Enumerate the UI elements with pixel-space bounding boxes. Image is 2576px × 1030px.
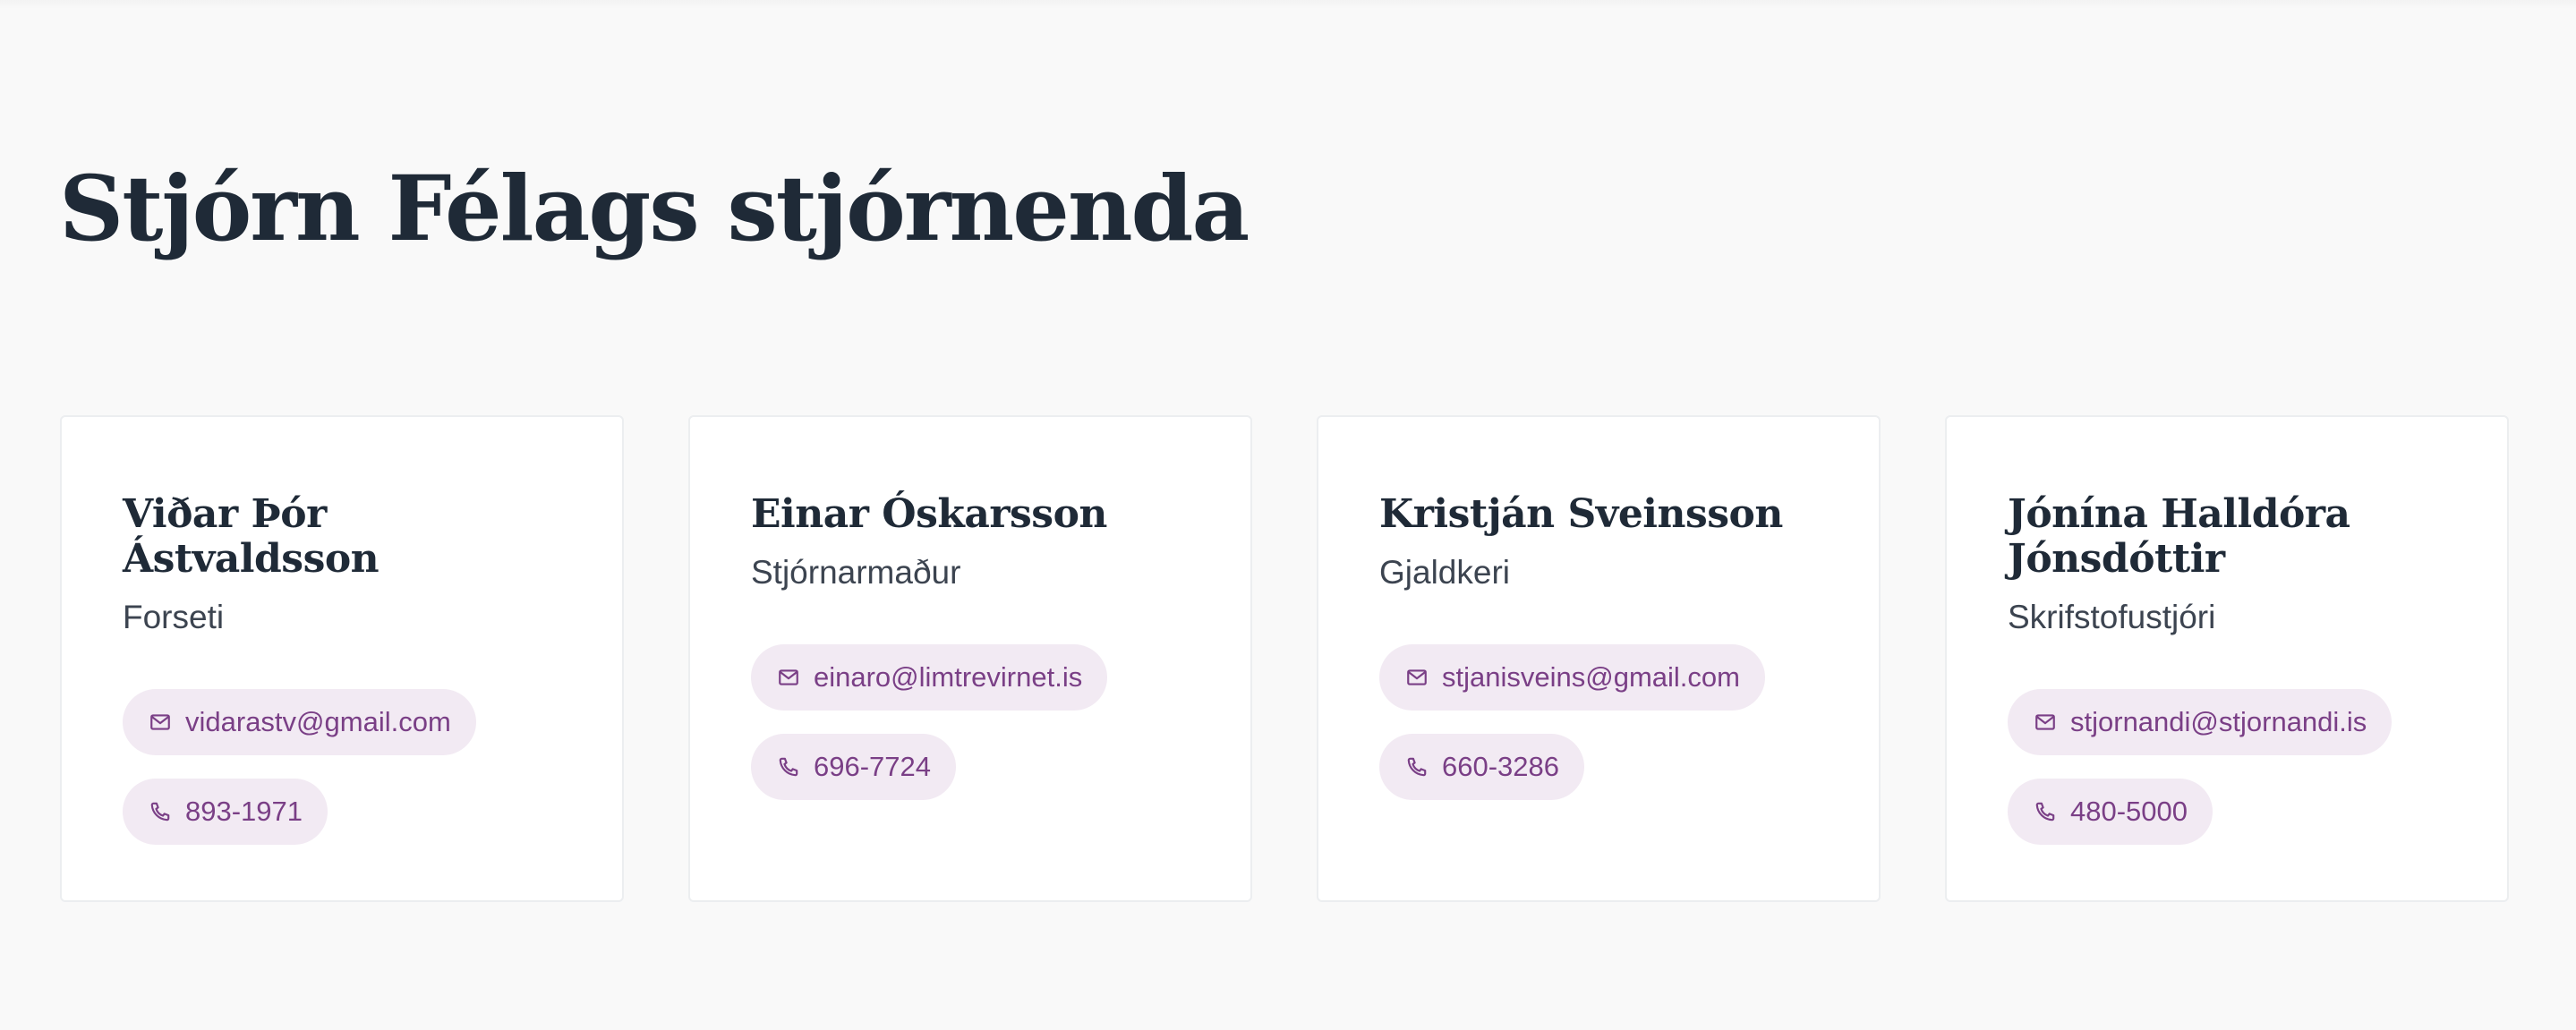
phone-icon bbox=[2033, 799, 2058, 824]
board-member-card: Einar Óskarsson Stjórnarmaður einaro@lim… bbox=[688, 415, 1252, 902]
member-name: Viðar Þór Ástvaldsson bbox=[123, 491, 380, 582]
phone-icon bbox=[148, 799, 173, 824]
phone-text: 660-3286 bbox=[1442, 751, 1560, 782]
phone-text: 893-1971 bbox=[185, 796, 303, 827]
member-role: Skrifstofustjóri bbox=[2008, 599, 2216, 635]
phone-link[interactable]: 893-1971 bbox=[123, 779, 328, 845]
phone-text: 696-7724 bbox=[814, 751, 932, 782]
phone-link[interactable]: 480-5000 bbox=[2008, 779, 2213, 845]
mail-icon bbox=[1404, 665, 1429, 690]
email-link[interactable]: einaro@limtrevirnet.is bbox=[751, 644, 1108, 711]
phone-link[interactable]: 696-7724 bbox=[751, 734, 957, 800]
email-text: stjanisveins@gmail.com bbox=[1442, 661, 1740, 693]
email-link[interactable]: stjornandi@stjornandi.is bbox=[2008, 689, 2393, 755]
member-name: Einar Óskarsson bbox=[751, 491, 1107, 537]
board-member-card: Kristján Sveinsson Gjaldkeri stjanisvein… bbox=[1317, 415, 1881, 902]
mail-icon bbox=[776, 665, 801, 690]
mail-icon bbox=[148, 710, 173, 735]
phone-icon bbox=[776, 754, 801, 779]
mail-icon bbox=[2033, 710, 2058, 735]
board-members-list: Viðar Þór Ástvaldsson Forseti vidarastv@… bbox=[60, 415, 2509, 902]
member-role: Stjórnarmaður bbox=[751, 554, 961, 591]
email-link[interactable]: stjanisveins@gmail.com bbox=[1379, 644, 1765, 711]
email-text: stjornandi@stjornandi.is bbox=[2070, 706, 2367, 737]
phone-link[interactable]: 660-3286 bbox=[1379, 734, 1585, 800]
top-divider bbox=[0, 0, 2576, 9]
phone-icon bbox=[1404, 754, 1429, 779]
email-text: einaro@limtrevirnet.is bbox=[814, 661, 1083, 693]
email-link[interactable]: vidarastv@gmail.com bbox=[123, 689, 476, 755]
board-member-card: Viðar Þór Ástvaldsson Forseti vidarastv@… bbox=[60, 415, 624, 902]
page-title: Stjórn Félags stjórnenda bbox=[59, 156, 1250, 261]
member-role: Forseti bbox=[123, 599, 225, 635]
board-member-card: Jónína Halldóra Jónsdóttir Skrifstofustj… bbox=[1945, 415, 2509, 902]
member-role: Gjaldkeri bbox=[1379, 554, 1510, 591]
phone-text: 480-5000 bbox=[2070, 796, 2188, 827]
member-name: Jónína Halldóra Jónsdóttir bbox=[2008, 491, 2350, 582]
email-text: vidarastv@gmail.com bbox=[185, 706, 451, 737]
member-name: Kristján Sveinsson bbox=[1379, 491, 1783, 537]
